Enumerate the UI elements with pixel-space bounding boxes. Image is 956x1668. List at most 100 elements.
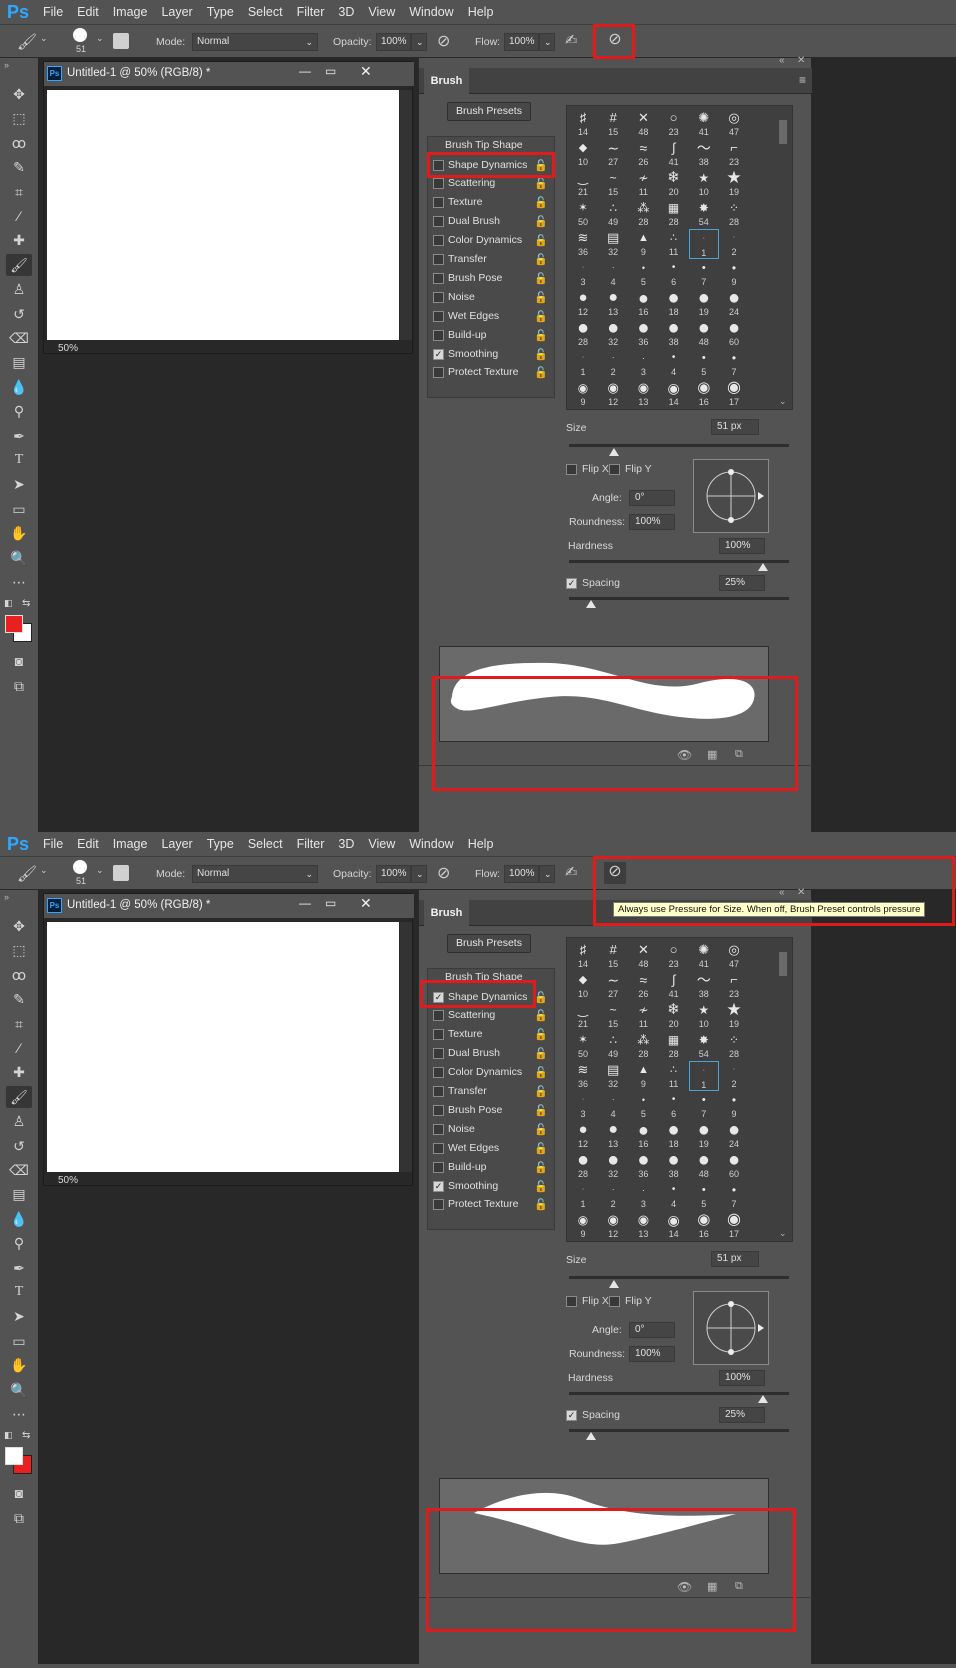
brush-tip-cell[interactable]: • 9	[719, 1091, 749, 1121]
minimize-icon[interactable]: —	[299, 896, 311, 910]
brush-tip-cell[interactable]: ≋ 36	[568, 229, 598, 259]
swap-colors-icon[interactable]: ⇆	[22, 598, 30, 609]
quick-select-icon[interactable]: ✎	[6, 156, 32, 178]
checkbox[interactable]	[433, 235, 444, 247]
checkbox[interactable]	[433, 1199, 444, 1211]
lock-icon[interactable]: 🔓	[534, 1045, 548, 1064]
brush-tip-cell[interactable]: ● 19	[689, 288, 719, 319]
brush-tip-cell[interactable]: ● 48	[689, 1150, 719, 1181]
brush-tip-cell[interactable]: ◆ 10	[568, 139, 598, 169]
brush-tip-cell[interactable]: ◆ 10	[568, 971, 598, 1001]
quick-mask-icon[interactable]: ◙	[6, 650, 32, 672]
healing-brush-icon[interactable]: ✚	[6, 229, 32, 251]
blur-tool-icon[interactable]: 💧	[6, 1208, 32, 1230]
brush-tip-cell[interactable]: · 3	[628, 1181, 658, 1211]
brush-tip-cell[interactable]: · 4	[598, 259, 628, 289]
brush-tip-cell[interactable]: ♯ 14	[568, 941, 598, 971]
lock-icon[interactable]: 🔓	[534, 213, 548, 232]
path-select-icon[interactable]: ➤	[6, 1305, 32, 1327]
brush-tip-cell[interactable]: ◉ 14	[659, 379, 689, 409]
brush-tip-cell[interactable]: · 1	[568, 349, 598, 379]
menu-file[interactable]: File	[36, 837, 70, 851]
option-protect-texture[interactable]: Protect Texture 🔓	[428, 363, 554, 382]
checkbox[interactable]	[433, 272, 444, 284]
checkbox[interactable]	[433, 1123, 444, 1135]
hardness-input[interactable]: 100%	[719, 1370, 765, 1386]
brush-presets-button[interactable]: Brush Presets	[447, 934, 531, 953]
pen-tool-icon[interactable]: ✒	[6, 425, 32, 447]
opacity-dropdown[interactable]: ⌄	[411, 865, 427, 883]
brush-tip-cell[interactable]: ◉ 12	[598, 379, 628, 409]
brush-tip-cell[interactable]: ≁ 11	[628, 1001, 658, 1031]
collapse-panel-icon[interactable]: «	[779, 55, 785, 66]
brush-tip-cell[interactable]: ● 38	[659, 1150, 689, 1181]
panel-menu-icon[interactable]: ≡	[799, 73, 806, 87]
hardness-slider-handle[interactable]	[758, 1395, 768, 1403]
flip-y-checkbox[interactable]	[609, 1296, 620, 1307]
eraser-icon[interactable]: ⌫	[6, 1159, 32, 1181]
checkbox[interactable]	[433, 178, 444, 190]
spacing-checkbox[interactable]: ✓	[566, 1410, 577, 1421]
brush-tip-cell[interactable]: ▦ 28	[659, 199, 689, 229]
brush-tip-cell[interactable]: • 6	[659, 1091, 689, 1121]
brush-tip-cell[interactable]: · 2	[719, 229, 749, 259]
lock-icon[interactable]: 🔓	[534, 1026, 548, 1045]
lock-icon[interactable]: 🔓	[534, 1159, 548, 1178]
brush-tip-cell[interactable]: ≁ 11	[628, 169, 658, 199]
checkbox[interactable]	[433, 1048, 444, 1060]
brush-tip-cell[interactable]: ✶ 50	[568, 1031, 598, 1061]
checkbox[interactable]	[433, 1067, 444, 1079]
type-tool-icon[interactable]: T	[6, 449, 32, 471]
screen-mode-icon[interactable]: ⧉	[6, 1507, 32, 1529]
menu-select[interactable]: Select	[241, 5, 290, 19]
eyedropper-icon[interactable]: ⁄	[6, 1037, 32, 1059]
brush-tip-cell[interactable]: · 4	[598, 1091, 628, 1121]
menu-filter[interactable]: Filter	[290, 5, 332, 19]
brush-preview-dot[interactable]	[73, 28, 87, 42]
option-scattering[interactable]: Scattering 🔓	[428, 1006, 554, 1025]
foreground-color-swatch[interactable]	[5, 615, 23, 633]
menu-layer[interactable]: Layer	[154, 837, 199, 851]
hardness-slider-handle[interactable]	[758, 563, 768, 571]
checkbox[interactable]	[433, 1142, 444, 1154]
roundness-input[interactable]: 100%	[629, 514, 675, 530]
brush-panel-toggle-icon[interactable]	[113, 865, 129, 881]
hardness-slider-track[interactable]	[569, 560, 789, 563]
brush-tip-cell[interactable]: ≈26	[628, 971, 658, 1001]
brush-tip-cell[interactable]: ◉ 17	[719, 379, 749, 409]
move-tool-icon[interactable]: ✥	[6, 83, 32, 105]
rectangle-tool-icon[interactable]: ▭	[6, 498, 32, 520]
brush-tip-cell[interactable]: ● 28	[568, 1150, 598, 1181]
brush-tip-cell[interactable]: ◉ 14	[659, 1211, 689, 1241]
menu-help[interactable]: Help	[461, 837, 501, 851]
angle-input[interactable]: 0°	[629, 1322, 675, 1338]
brush-tip-cell[interactable]: ♯ 14	[568, 109, 598, 139]
lock-icon[interactable]: 🔓	[534, 1007, 548, 1026]
brush-tip-cell[interactable]: ∫ 41	[659, 139, 689, 169]
size-slider-handle[interactable]	[609, 448, 619, 456]
hardness-slider-track[interactable]	[569, 1392, 789, 1395]
brush-panel-toggle-icon[interactable]	[113, 33, 129, 49]
menu-filter[interactable]: Filter	[290, 837, 332, 851]
healing-brush-icon[interactable]: ✚	[6, 1061, 32, 1083]
clone-stamp-icon[interactable]: ♙	[6, 278, 32, 300]
brush-tip-cell[interactable]: ● 36	[628, 1150, 658, 1181]
brush-tip-cell[interactable]: ～ 38	[689, 139, 719, 169]
option-build-up[interactable]: Build-up 🔓	[428, 1158, 554, 1177]
zoom-level[interactable]: 50%	[58, 343, 78, 354]
menu-3d[interactable]: 3D	[331, 837, 361, 851]
spacing-slider-track[interactable]	[569, 597, 789, 600]
pressure-opacity-icon[interactable]: ⊘	[437, 863, 450, 883]
tab-brush[interactable]: Brush	[424, 68, 469, 94]
vertical-scrollbar[interactable]	[400, 922, 412, 1172]
brush-tip-cell[interactable]: ~15	[598, 1001, 628, 1031]
dodge-tool-icon[interactable]: ⚲	[6, 400, 32, 422]
option-smoothing[interactable]: ✓ Smoothing 🔓	[428, 345, 554, 364]
brush-tip-cell[interactable]: #15	[598, 941, 628, 971]
menu-select[interactable]: Select	[241, 837, 290, 851]
spacing-slider-track[interactable]	[569, 1429, 789, 1432]
flow-input[interactable]: 100%	[504, 33, 539, 51]
lock-icon[interactable]: 🔓	[534, 1083, 548, 1102]
brush-tip-cell[interactable]: • 5	[628, 1091, 658, 1121]
zoom-level[interactable]: 50%	[58, 1175, 78, 1186]
